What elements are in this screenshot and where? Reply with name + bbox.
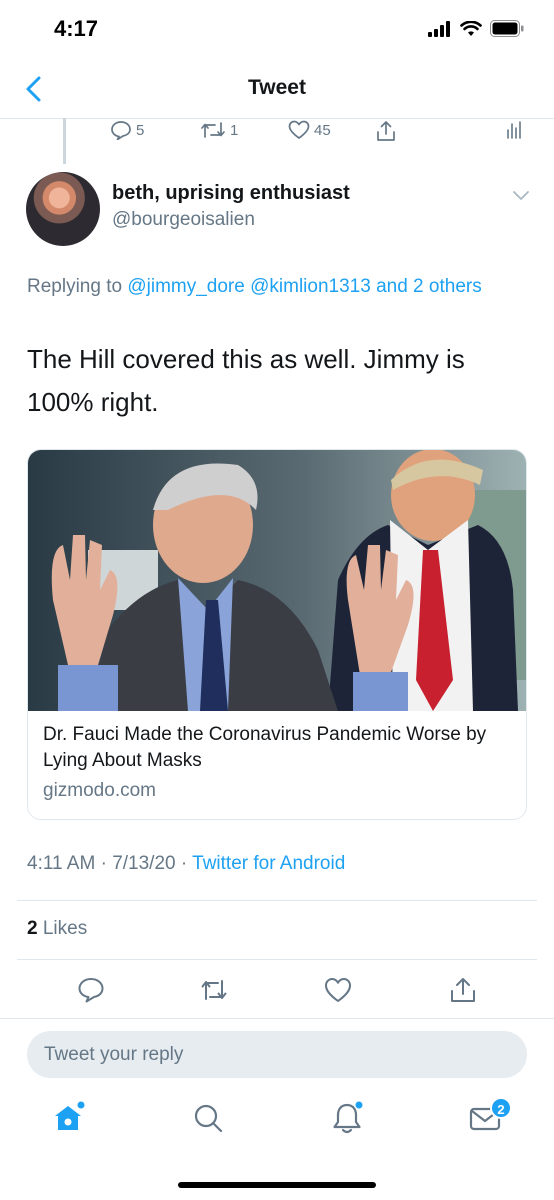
parent-retweet-button[interactable]: 1 (200, 120, 238, 140)
tweet-meta: 4:11 AM · 7/13/20 · Twitter for Android (27, 853, 345, 875)
card-image (28, 450, 526, 711)
analytics-icon (507, 121, 521, 139)
likes-count: 2 (27, 918, 38, 939)
retweet-icon (201, 122, 225, 138)
parent-share-button[interactable] (375, 120, 397, 142)
card-title: Dr. Fauci Made the Coronavirus Pandemic … (43, 724, 487, 771)
nav-divider (0, 118, 554, 119)
parent-reply-count: 5 (136, 121, 145, 139)
reply-input[interactable] (27, 1031, 527, 1078)
avatar[interactable] (26, 172, 100, 246)
parent-reply-button[interactable]: 5 (110, 120, 144, 140)
reply-icon[interactable] (76, 975, 106, 1005)
replying-to: Replying to @jimmy_dore @kimlion1313 and… (27, 272, 497, 302)
home-icon[interactable] (50, 1100, 86, 1136)
parent-tweet-actions: 5 1 45 (0, 120, 554, 148)
wifi-icon (460, 20, 482, 36)
reply-icon (111, 121, 131, 140)
search-icon[interactable] (190, 1100, 226, 1136)
card-domain: gizmodo.com (43, 780, 156, 801)
likes-summary[interactable]: 2 Likes (27, 918, 87, 940)
notifications-bell-icon[interactable] (329, 1100, 365, 1136)
parent-like-count: 45 (314, 121, 331, 139)
battery-icon (490, 20, 524, 37)
tweet-time: 4:11 AM (27, 853, 96, 874)
cellular-signal-icon (428, 20, 450, 37)
tweet-source[interactable]: Twitter for Android (192, 853, 345, 874)
status-time: 4:17 (54, 16, 99, 41)
heart-icon (288, 120, 310, 139)
meta-separator: · (180, 853, 188, 874)
link-card[interactable]: Dr. Fauci Made the Coronavirus Pandemic … (27, 449, 527, 820)
divider (17, 900, 537, 901)
tweet-actions (0, 975, 554, 1005)
tweet-text: The Hill covered this as well. Jimmy is … (27, 344, 465, 417)
home-indicator (178, 1182, 376, 1188)
likes-label: Likes (42, 918, 88, 939)
parent-analytics-button[interactable] (506, 120, 522, 140)
page-title: Tweet (248, 76, 306, 99)
author-name[interactable]: beth, uprising enthusiast (112, 182, 350, 205)
messages-badge: 2 (490, 1097, 512, 1119)
status-icons (428, 20, 524, 37)
share-icon (377, 121, 395, 141)
parent-retweet-count: 1 (230, 121, 239, 139)
heart-icon[interactable] (323, 975, 353, 1005)
share-icon[interactable] (448, 975, 478, 1005)
mention-link[interactable]: @jimmy_dore (127, 276, 244, 297)
parent-like-button[interactable]: 45 (288, 120, 331, 140)
meta-separator: · (100, 853, 107, 874)
divider (0, 1018, 554, 1019)
author-handle[interactable]: @bourgeoisalien (112, 209, 255, 231)
mention-link[interactable]: @kimlion1313 (250, 276, 371, 297)
replying-prefix: Replying to (27, 276, 123, 297)
tweet-date: 7/13/20 (112, 853, 176, 874)
others-link[interactable]: and 2 others (376, 276, 482, 297)
divider (17, 959, 537, 960)
retweet-icon[interactable] (199, 975, 229, 1005)
chevron-down-icon[interactable] (512, 190, 530, 202)
